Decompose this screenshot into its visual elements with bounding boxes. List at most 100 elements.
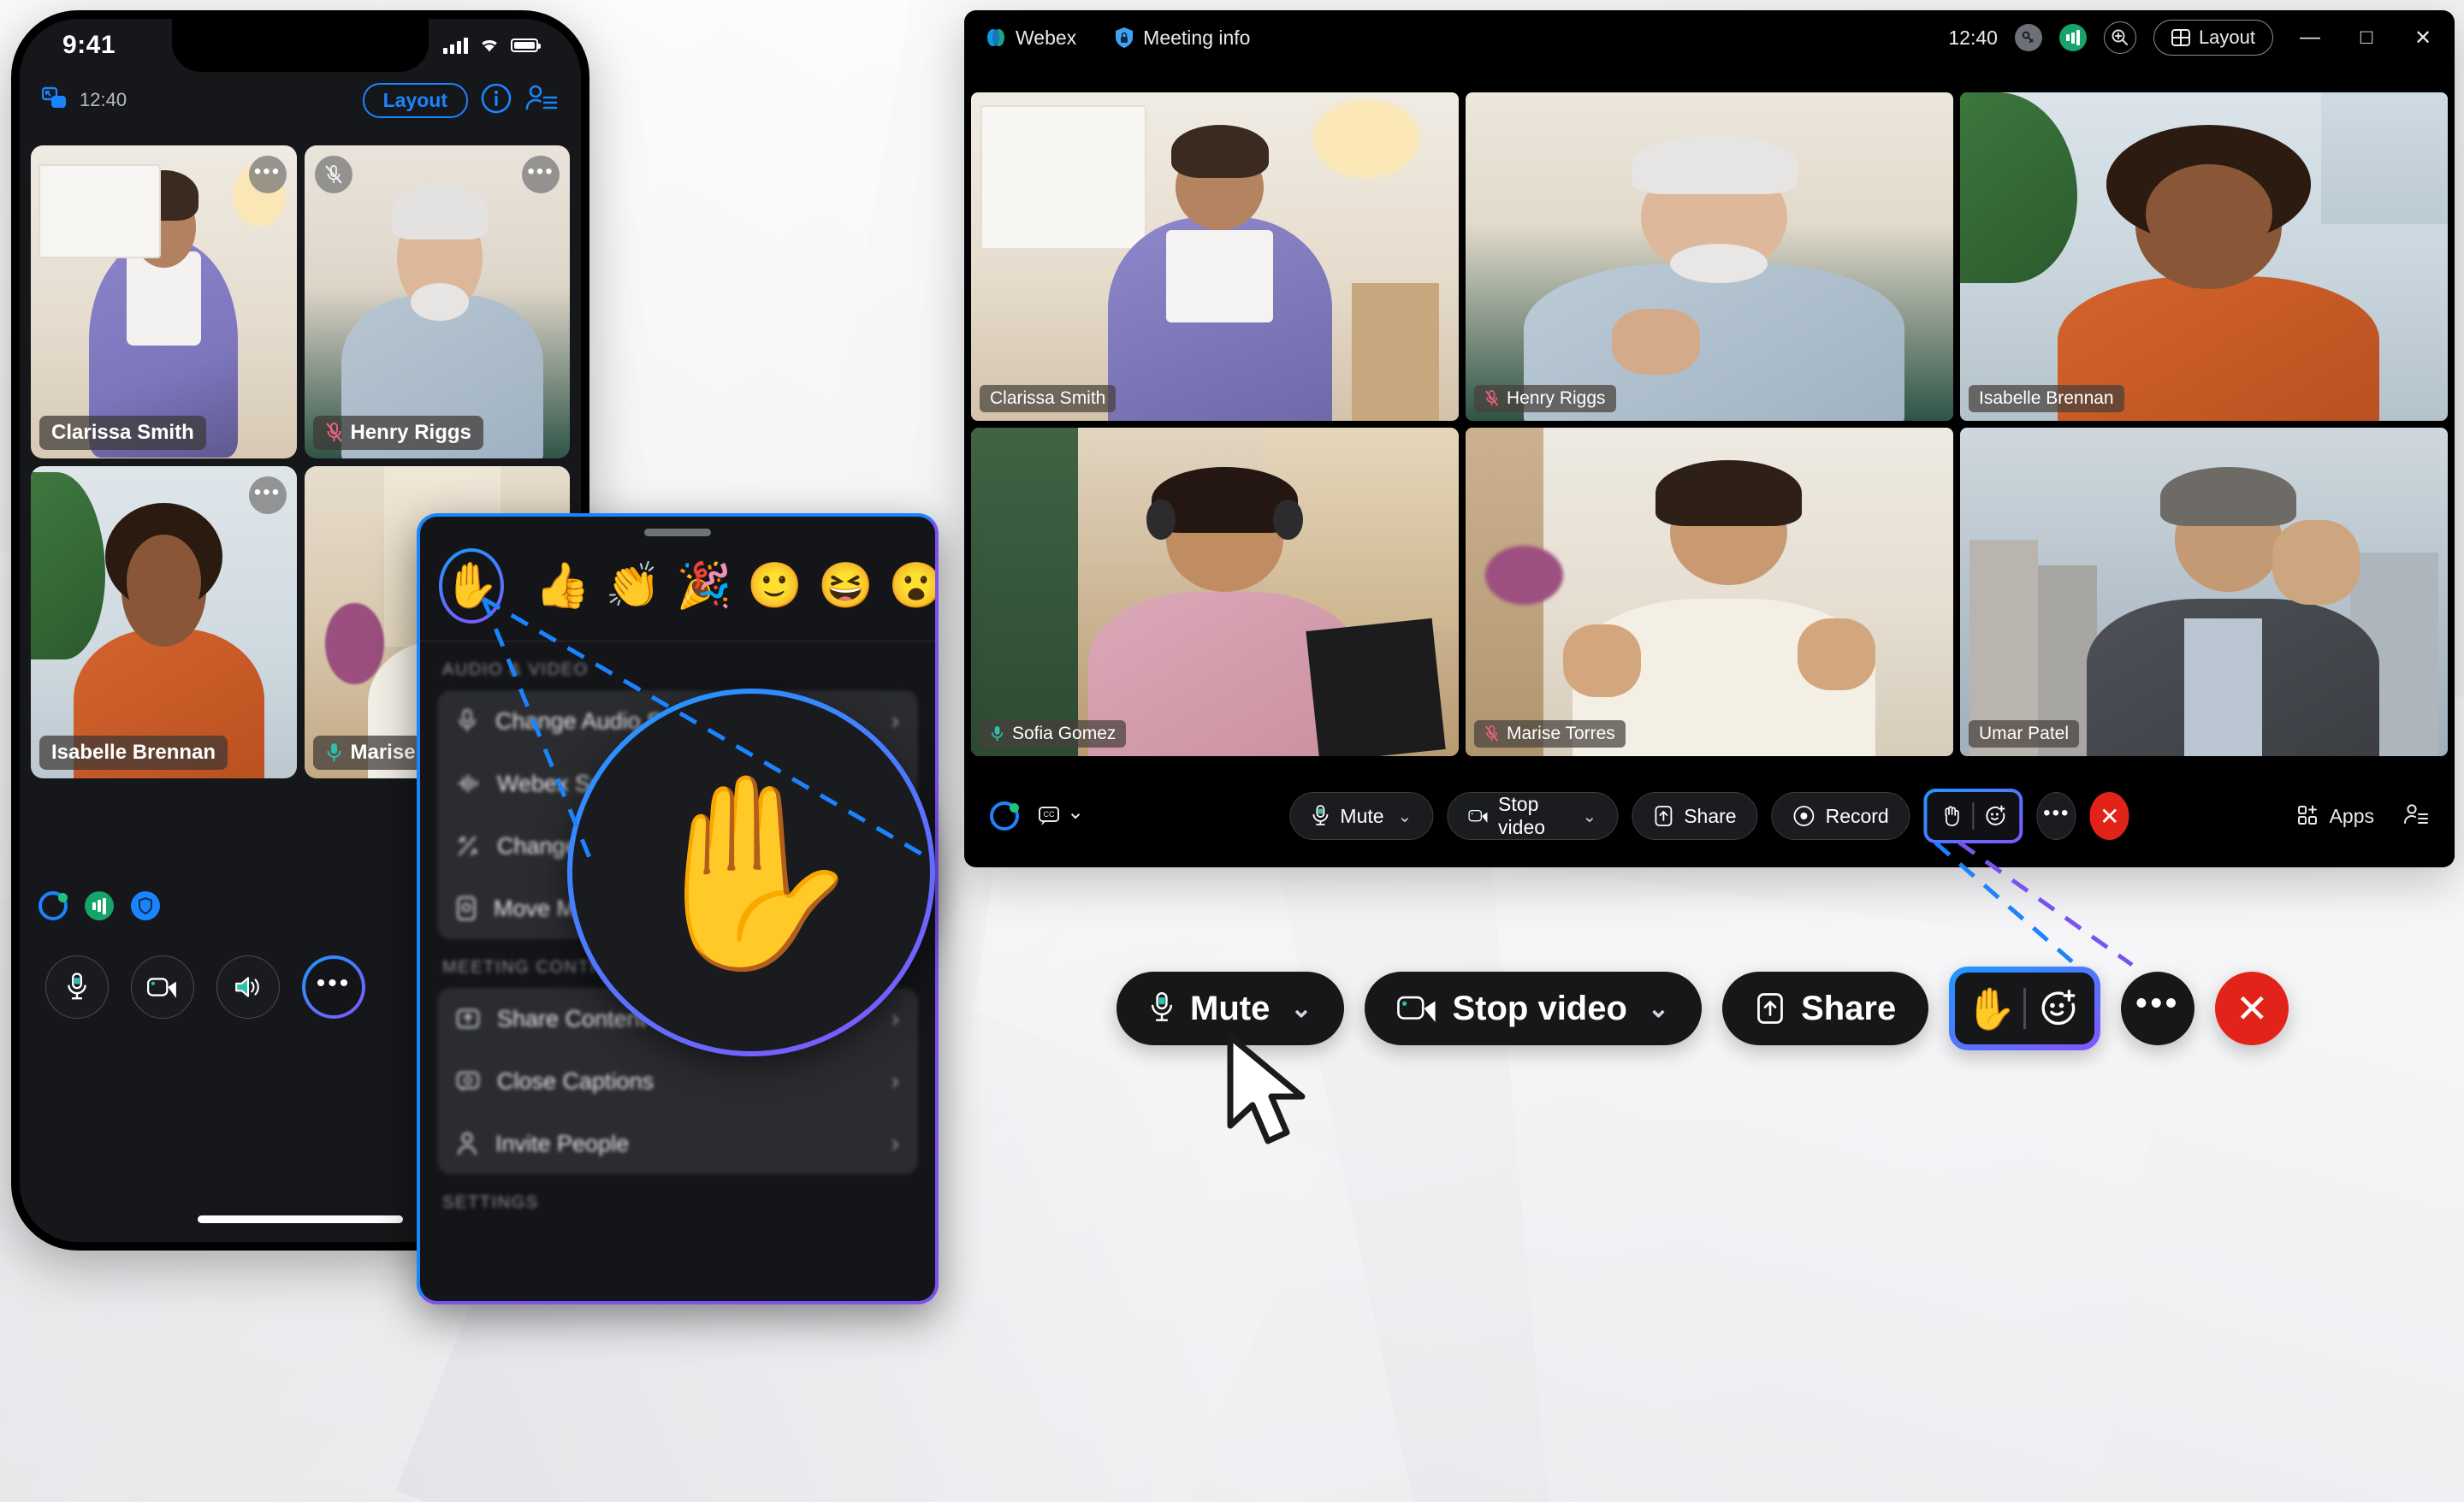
phone-status-icon-row [38,891,160,920]
more-options-icon[interactable]: ••• [248,476,287,514]
network-quality-icon[interactable] [2058,24,2087,51]
encryption-shield-icon[interactable] [131,891,160,920]
close-icon: ✕ [2099,802,2120,830]
layout-button[interactable]: Layout [2153,20,2273,56]
reaction-laugh-button[interactable]: 😆 [818,564,874,608]
video-button[interactable] [131,955,194,1019]
menu-item-close-captions[interactable]: Close Captions › [437,1050,918,1112]
phone-top-bar: 12:40 Layout [20,72,581,128]
minimize-button[interactable]: — [2290,18,2330,57]
record-button[interactable]: Record [1771,792,1910,840]
phone-layout-button[interactable]: Layout [362,82,468,118]
app-brand: Webex [985,27,1076,50]
reaction-raise-hand-button[interactable]: ✋ [439,548,504,624]
microphone-icon [1151,992,1173,1021]
desktop-video-tile[interactable]: Clarissa Smith [971,92,1459,421]
chevron-down-icon[interactable]: ⌄ [1290,994,1312,1024]
chevron-down-icon[interactable]: ⌄ [1398,806,1413,827]
participant-name: Henry Riggs [350,420,471,444]
share-screen-icon [1757,993,1783,1024]
callout-more-options-button[interactable]: ••• [2121,972,2195,1045]
muted-mic-icon [1484,725,1499,742]
participant-name-tag: Umar Patel [1969,720,2080,748]
participant-name: Clarissa Smith [51,420,194,444]
chevron-down-icon[interactable]: ⌄ [1582,806,1596,827]
callout-raise-hand-button[interactable]: ✋ [1958,976,2023,1041]
cellular-bars-icon [443,37,468,54]
desktop-video-tile[interactable]: Marise Torres [1466,428,1953,756]
callout-share-button[interactable]: Share [1722,972,1929,1045]
callout-add-reaction-button[interactable] [2026,976,2091,1041]
meeting-info-button[interactable]: Meeting info [1114,27,1250,50]
participant-name: Sofia Gomez [1012,724,1116,743]
desktop-video-tile[interactable]: Isabelle Brennan [1960,92,2448,421]
callout-mute-label: Mute [1190,989,1270,1027]
audio-settings-icon [459,709,476,731]
raise-hand-icon: ✋ [443,561,500,611]
desktop-control-bar: CC ⌄ Mute ⌄ Stop video ⌄ Share Record ••… [964,765,2455,867]
meeting-info-label: Meeting info [1143,26,1251,49]
webex-ai-assistant-icon[interactable] [38,891,68,920]
callout-stop-video-button[interactable]: Stop video ⌄ [1365,972,1703,1045]
maximize-button[interactable]: □ [2347,18,2386,57]
raise-hand-button[interactable] [1930,795,1973,837]
participant-name-tag: Clarissa Smith [39,415,206,450]
phone-video-tile[interactable]: ••• Clarissa Smith [31,145,297,458]
record-button-label: Record [1825,804,1889,827]
desktop-video-tile[interactable]: Henry Riggs [1466,92,1953,421]
stop-video-button[interactable]: Stop video ⌄ [1447,792,1619,840]
smart-audio-icon [458,774,478,793]
share-screen-icon [1655,806,1673,826]
desktop-video-tile-active[interactable]: Sofia Gomez [971,428,1459,756]
move-meeting-icon [457,896,476,921]
apps-button-label: Apps [2329,804,2374,827]
mouse-pointer-icon [1227,1033,1306,1144]
grid-layout-icon [2171,29,2190,46]
ellipsis-icon: ••• [2043,801,2070,825]
wifi-icon [482,40,497,52]
invite-people-icon [458,1132,477,1155]
leave-meeting-button[interactable]: ✕ [2089,792,2129,840]
menu-item-invite-people[interactable]: Invite People › [437,1113,918,1174]
apps-button[interactable]: Apps [2297,805,2374,828]
reaction-thumbs-up-button[interactable]: 👍 [535,564,590,608]
close-button[interactable]: ✕ [2403,18,2443,57]
mute-button[interactable]: Mute ⌄ [1289,792,1434,840]
closed-captions-icon [456,1071,480,1091]
reaction-wow-button[interactable]: 😮 [889,564,935,608]
menu-item-label: Close Captions [497,1067,654,1094]
zoom-in-icon[interactable] [2103,21,2136,54]
more-options-button[interactable]: ••• [302,955,365,1019]
speaker-button[interactable] [216,955,280,1019]
reaction-clap-button[interactable]: 👏 [606,564,661,608]
closed-captions-button[interactable]: CC ⌄ [1038,802,1084,827]
callout-leave-meeting-button[interactable]: ✕ [2215,972,2289,1045]
more-options-icon[interactable]: ••• [248,156,287,193]
share-button[interactable]: Share [1632,792,1758,840]
add-reaction-button[interactable] [1975,795,2017,837]
more-options-button[interactable]: ••• [2036,792,2076,840]
picture-in-picture-icon[interactable] [41,86,68,115]
add-reaction-icon [1986,805,2005,825]
magnified-raise-hand-callout: ✋ [567,689,935,1056]
phone-meeting-time: 12:40 [80,89,127,110]
participants-button[interactable] [2403,802,2429,831]
network-quality-icon[interactable] [85,891,114,920]
desktop-video-tile[interactable]: Umar Patel [1960,428,2448,756]
muted-mic-icon [314,156,352,193]
reaction-celebrate-button[interactable]: 🎉 [677,564,732,608]
info-icon[interactable] [480,82,512,119]
phone-video-tile[interactable]: ••• Isabelle Brennan [31,465,297,778]
camera-icon [1397,996,1436,1022]
more-options-icon[interactable]: ••• [522,156,560,193]
connection-key-icon[interactable] [2014,24,2042,51]
phone-video-tile[interactable]: ••• Henry Riggs [304,145,570,458]
participant-list-icon[interactable] [524,82,559,119]
chevron-down-icon[interactable]: ⌄ [1648,994,1669,1024]
webex-ai-assistant-icon[interactable] [990,801,1019,831]
participant-name-tag: Clarissa Smith [980,385,1116,412]
participant-name: Umar Patel [1979,724,2070,743]
reaction-smile-button[interactable]: 🙂 [747,564,803,608]
mute-button[interactable] [45,955,109,1019]
sheet-grabber[interactable] [644,529,711,536]
